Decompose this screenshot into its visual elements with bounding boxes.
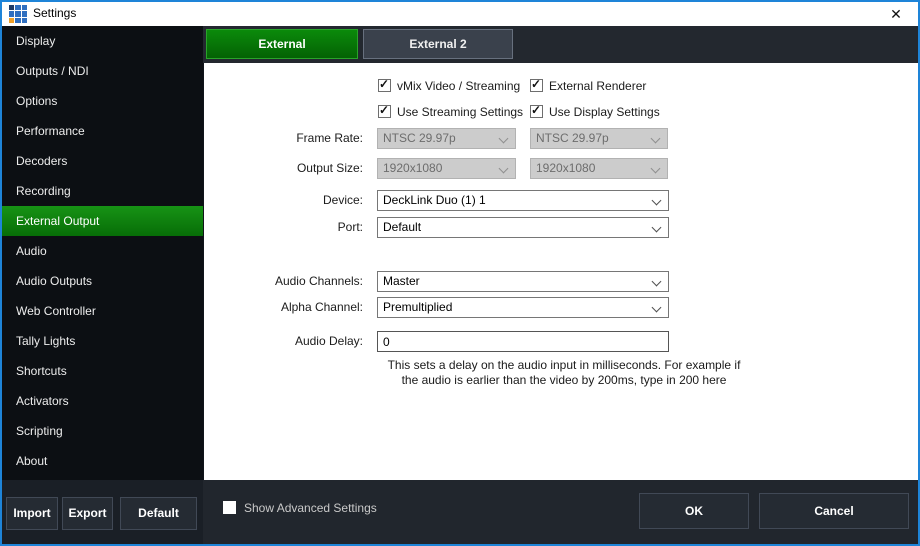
checkbox-checked-icon: ✓ [378, 79, 391, 92]
default-button[interactable]: Default [120, 497, 197, 530]
output-size-select-1: 1920x1080 [377, 158, 516, 179]
sidebar-item-about[interactable]: About [2, 446, 203, 476]
sidebar-item-options[interactable]: Options [2, 86, 203, 116]
checkbox-label: Use Display Settings [549, 105, 660, 119]
frame-rate-select-2: NTSC 29.97p [530, 128, 668, 149]
tab-external-2[interactable]: External 2 [363, 29, 513, 59]
chevron-down-icon [499, 134, 509, 144]
chevron-down-icon [651, 134, 661, 144]
frame-rate-select-1: NTSC 29.97p [377, 128, 516, 149]
output-size-label: Output Size: [204, 158, 363, 179]
sidebar-item-web-controller[interactable]: Web Controller [2, 296, 203, 326]
checkbox-unchecked-icon [223, 501, 236, 514]
port-select[interactable]: Default [377, 217, 669, 238]
alpha-channel-label: Alpha Channel: [204, 297, 363, 318]
audio-delay-help-text: This sets a delay on the audio input in … [344, 358, 784, 388]
settings-window: Settings ✕ Display Outputs / NDI Options… [0, 0, 920, 546]
sidebar-item-audio-outputs[interactable]: Audio Outputs [2, 266, 203, 296]
tab-strip: External External 2 [203, 26, 918, 63]
tab-external[interactable]: External [206, 29, 358, 59]
checkbox-checked-icon: ✓ [378, 105, 391, 118]
sidebar-item-external-output[interactable]: External Output [2, 206, 203, 236]
device-label: Device: [204, 190, 363, 211]
sidebar-item-audio[interactable]: Audio [2, 236, 203, 266]
chevron-down-icon [652, 196, 662, 206]
footer-bar: Show Advanced Settings OK Cancel [203, 480, 918, 544]
show-advanced-label: Show Advanced Settings [244, 501, 377, 515]
checkbox-label: External Renderer [549, 79, 646, 93]
sidebar-item-decoders[interactable]: Decoders [2, 146, 203, 176]
output-size-select-2: 1920x1080 [530, 158, 668, 179]
sidebar-item-shortcuts[interactable]: Shortcuts [2, 356, 203, 386]
port-label: Port: [204, 217, 363, 238]
vmix-logo-icon [9, 5, 27, 23]
import-button[interactable]: Import [6, 497, 58, 530]
checkbox-label: Use Streaming Settings [397, 105, 523, 119]
cancel-button[interactable]: Cancel [759, 493, 909, 529]
frame-rate-label: Frame Rate: [204, 128, 363, 149]
chevron-down-icon [652, 277, 662, 287]
sidebar-item-display[interactable]: Display [2, 26, 203, 56]
checkbox-label: vMix Video / Streaming [397, 79, 520, 93]
sidebar: Display Outputs / NDI Options Performanc… [2, 26, 203, 480]
ok-button[interactable]: OK [639, 493, 749, 529]
alpha-channel-select[interactable]: Premultiplied [377, 297, 669, 318]
export-button[interactable]: Export [62, 497, 113, 530]
audio-channels-label: Audio Channels: [204, 271, 363, 292]
checkbox-checked-icon: ✓ [530, 79, 543, 92]
audio-delay-input[interactable] [377, 331, 669, 352]
chevron-down-icon [651, 164, 661, 174]
sidebar-footer: Import Export Default [2, 480, 203, 544]
chevron-down-icon [499, 164, 509, 174]
sidebar-item-scripting[interactable]: Scripting [2, 416, 203, 446]
device-select[interactable]: DeckLink Duo (1) 1 [377, 190, 669, 211]
audio-delay-label: Audio Delay: [204, 331, 363, 352]
sidebar-item-activators[interactable]: Activators [2, 386, 203, 416]
sidebar-item-tally-lights[interactable]: Tally Lights [2, 326, 203, 356]
chevron-down-icon [652, 223, 662, 233]
checkbox-checked-icon: ✓ [530, 105, 543, 118]
audio-channels-select[interactable]: Master [377, 271, 669, 292]
sidebar-item-recording[interactable]: Recording [2, 176, 203, 206]
sidebar-item-performance[interactable]: Performance [2, 116, 203, 146]
window-title: Settings [33, 6, 76, 20]
external-output-panel: ✓ vMix Video / Streaming ✓ External Rend… [204, 63, 918, 480]
titlebar: Settings ✕ [2, 2, 918, 26]
sidebar-item-outputs-ndi[interactable]: Outputs / NDI [2, 56, 203, 86]
chevron-down-icon [652, 303, 662, 313]
close-icon[interactable]: ✕ [886, 5, 906, 23]
